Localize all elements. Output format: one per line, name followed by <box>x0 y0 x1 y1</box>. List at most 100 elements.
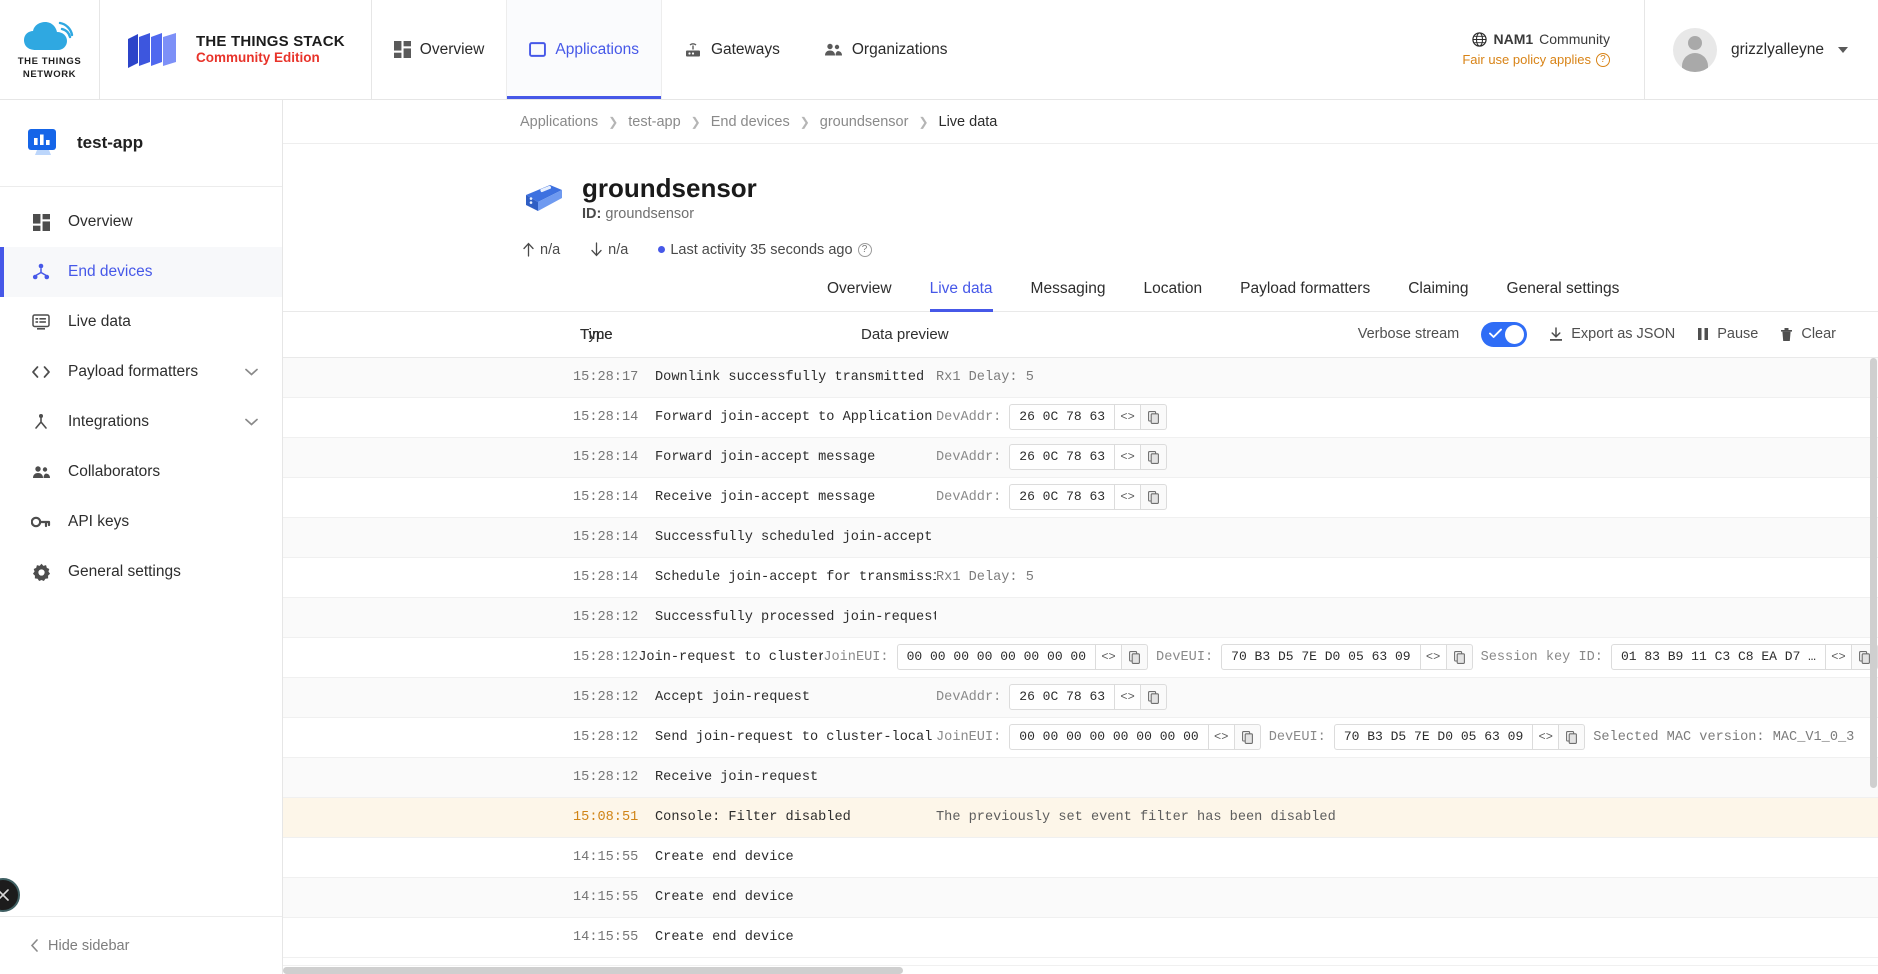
tab-general-settings[interactable]: General settings <box>1488 280 1639 311</box>
toggle-format-icon[interactable]: <> <box>1115 444 1142 471</box>
table-row[interactable]: 15:28:14 Forward join-accept message DevAd… <box>283 437 1878 478</box>
table-row[interactable]: 15:08:51 Console: Filter disabled The prev… <box>283 797 1878 838</box>
sidebar-item-general-settings[interactable]: General settings <box>0 547 282 597</box>
copy-icon[interactable] <box>1141 684 1168 711</box>
things-stack-brand[interactable]: THE THINGS STACK Community Edition <box>100 0 372 99</box>
body: test-app Overview End devices Live data … <box>0 100 1878 974</box>
toggle-format-icon[interactable]: <> <box>1096 644 1123 671</box>
sidebar-item-collaborators[interactable]: Collaborators <box>0 447 282 497</box>
last-activity-label: Last activity 35 seconds ago <box>670 241 853 258</box>
tab-payload-formatters[interactable]: Payload formatters <box>1221 280 1389 311</box>
row-field-chip-group: 26 0C 78 63 <> <box>1009 484 1168 511</box>
table-row[interactable]: 15:28:12 Accept join-request DevAddr: 26 0C… <box>283 677 1878 718</box>
tab-messaging[interactable]: Messaging <box>1012 280 1125 311</box>
toggle-format-icon[interactable]: <> <box>1208 724 1235 751</box>
toggle-knob <box>1505 324 1525 344</box>
fair-use-policy-link[interactable]: Fair use policy applies ? <box>1462 50 1610 70</box>
last-activity-help-icon[interactable]: ? <box>857 242 872 257</box>
topnav-item-gateways[interactable]: Gateways <box>662 0 802 99</box>
topnav-item-organizations[interactable]: Organizations <box>802 0 970 99</box>
row-field-label: Session key ID: <box>1480 649 1603 665</box>
table-row[interactable]: 15:28:17 Downlink successfully transmitte… <box>283 357 1878 398</box>
horizontal-scroll-thumb[interactable] <box>283 967 903 974</box>
toggle-format-icon[interactable]: <> <box>1115 404 1142 431</box>
user-menu[interactable]: grizzlyalleyne <box>1643 0 1878 99</box>
application-icon <box>529 42 547 57</box>
toggle-format-icon[interactable]: <> <box>1420 644 1447 671</box>
tab-claiming[interactable]: Claiming <box>1389 280 1487 311</box>
verbose-stream-toggle[interactable] <box>1481 321 1528 347</box>
table-row[interactable]: 15:28:14 Schedule join-accept for transmi… <box>283 558 1878 598</box>
sidebar: test-app Overview End devices Live data … <box>0 100 283 974</box>
table-row[interactable]: 15:28:12 Receive join-request <box>283 757 1878 798</box>
toggle-format-icon[interactable]: <> <box>1826 644 1852 671</box>
copy-icon[interactable] <box>1234 724 1261 751</box>
horizontal-scrollbar[interactable] <box>283 965 1878 974</box>
row-type: Accept join-request <box>655 689 810 705</box>
table-row[interactable]: 15:28:12 Successfully processed join-requ… <box>283 597 1878 638</box>
arrow-up-icon <box>523 243 534 258</box>
toggle-format-icon[interactable]: <> <box>1533 724 1560 751</box>
toggle-format-icon[interactable]: <> <box>1115 684 1142 711</box>
sidebar-item-end-devices[interactable]: End devices <box>0 247 282 297</box>
sidebar-item-live-data[interactable]: Live data <box>0 297 282 347</box>
table-row[interactable]: 15:28:12Join-request to cluster-local Jo… <box>283 638 1878 678</box>
clear-button[interactable]: Clear <box>1780 326 1836 342</box>
table-row[interactable]: 15:28:14 Forward join-accept to Applicati… <box>283 398 1878 438</box>
chevron-down-icon[interactable] <box>245 363 258 381</box>
copy-icon[interactable] <box>1122 644 1149 671</box>
table-row[interactable]: 15:28:12 Send join-request to cluster-loc… <box>283 718 1878 758</box>
copy-icon[interactable] <box>1446 644 1473 671</box>
vertical-scroll-thumb[interactable] <box>1870 357 1877 788</box>
sidebar-app-header[interactable]: test-app <box>0 100 282 187</box>
clear-label: Clear <box>1801 326 1836 343</box>
breadcrumb-separator: ❯ <box>918 114 929 129</box>
hide-sidebar-button[interactable]: Hide sidebar <box>0 916 282 974</box>
breadcrumb-item-groundsensor[interactable]: groundsensor <box>820 114 909 130</box>
table-row[interactable]: 14:15:55 Create end device <box>283 838 1878 878</box>
row-field-chip-group: 70 B3 D5 7E D0 05 63 09 <> <box>1333 724 1586 751</box>
copy-icon[interactable] <box>1559 724 1586 751</box>
toggle-format-icon[interactable]: <> <box>1115 484 1142 511</box>
hide-sidebar-label: Hide sidebar <box>48 937 130 954</box>
sidebar-item-overview[interactable]: Overview <box>0 197 282 247</box>
sidebar-item-integrations[interactable]: Integrations <box>0 397 282 447</box>
copy-icon[interactable] <box>1141 444 1168 471</box>
sidebar-item-api-keys[interactable]: API keys <box>0 497 282 547</box>
row-time: 15:28:17 <box>573 369 639 385</box>
table-row[interactable]: 15:28:14 Successfully scheduled join-acce… <box>283 517 1878 558</box>
table-row[interactable]: 15:28:14 Receive join-accept message DevAd… <box>283 478 1878 518</box>
table-row[interactable]: 14:15:55 Create end device <box>283 877 1878 918</box>
sidebar-label-api-keys: API keys <box>68 513 130 530</box>
chevron-down-icon[interactable] <box>245 413 258 431</box>
status-dot <box>658 246 666 254</box>
ttn-logo[interactable]: THE THINGS NETWORK <box>0 0 100 99</box>
cluster-tier: Community <box>1539 31 1610 48</box>
pause-button[interactable]: Pause <box>1697 326 1758 342</box>
vertical-scrollbar[interactable] <box>1869 357 1878 965</box>
copy-icon[interactable] <box>1141 404 1168 431</box>
device-id-label: ID: <box>582 205 602 222</box>
tab-overview[interactable]: Overview <box>808 280 911 311</box>
breadcrumb-item-test-app[interactable]: test-app <box>628 114 680 130</box>
row-type: Forward join-accept message <box>655 449 876 465</box>
tab-live-data[interactable]: Live data <box>911 280 1012 312</box>
main-content: Applications ❯ test-app ❯ End devices ❯ … <box>283 100 1878 974</box>
topnav-item-applications[interactable]: Applications <box>506 0 662 99</box>
sidebar-item-payload-formatters[interactable]: Payload formatters <box>0 347 282 397</box>
table-row[interactable]: 14:15:55 Create end device <box>283 918 1878 958</box>
tab-location[interactable]: Location <box>1125 280 1222 311</box>
pause-icon <box>1698 328 1709 341</box>
chevron-down-icon <box>1838 46 1848 53</box>
arrow-down-icon <box>283 530 573 545</box>
row-data-preview: The previously set event filter has been… <box>936 810 1878 825</box>
row-type: Successfully scheduled join-accept f… <box>655 529 936 545</box>
breadcrumb-item-applications[interactable]: Applications <box>520 114 598 130</box>
export-as-json-button[interactable]: Export as JSON <box>1549 326 1675 342</box>
topnav-item-overview[interactable]: Overview <box>372 0 507 99</box>
fair-use-help-icon[interactable]: ? <box>1595 53 1610 67</box>
copy-icon[interactable] <box>1141 484 1168 511</box>
drag-handle[interactable] <box>0 878 20 912</box>
breadcrumb-item-end-devices[interactable]: End devices <box>711 114 790 130</box>
row-time: 15:28:14 <box>573 569 639 585</box>
